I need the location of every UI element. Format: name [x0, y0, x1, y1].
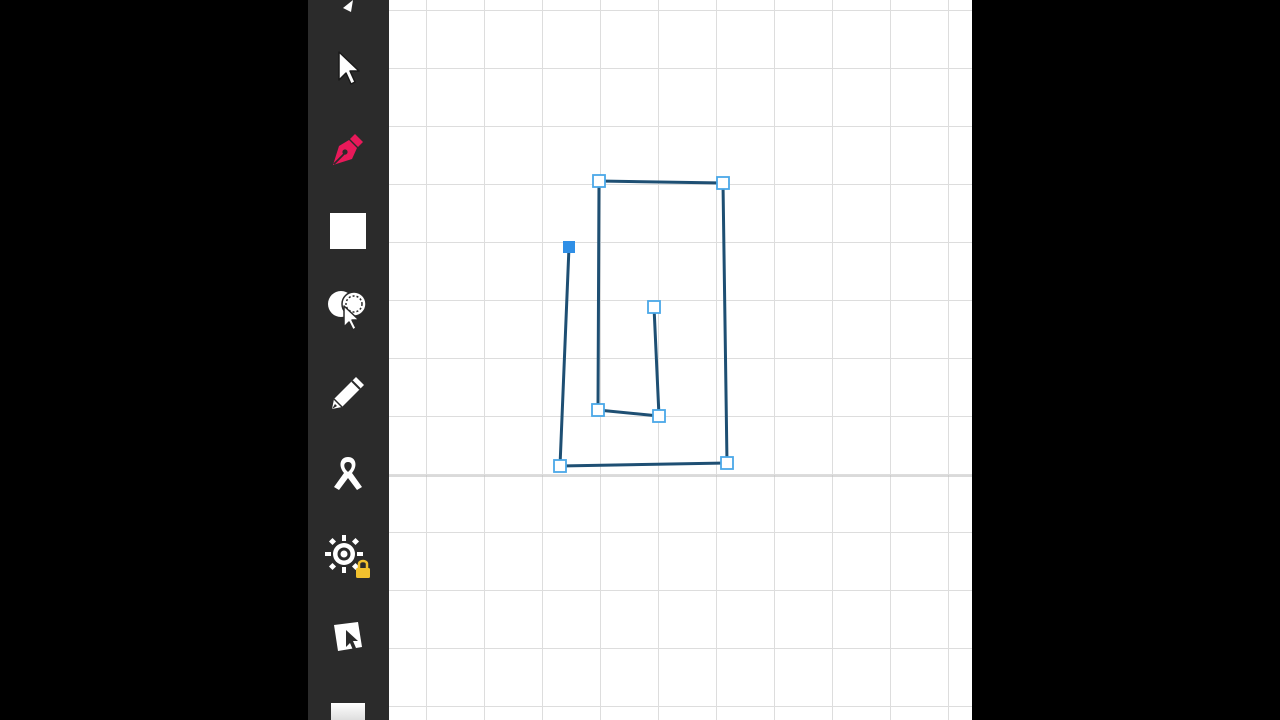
ribbon-icon: [334, 457, 362, 490]
pencil-icon: [332, 377, 364, 409]
pencil-tool-button[interactable]: [323, 368, 373, 418]
path-anchor[interactable]: [647, 300, 661, 314]
style-picker-tool-button[interactable]: [323, 285, 373, 335]
path-anchor[interactable]: [591, 403, 605, 417]
drawn-path[interactable]: [558, 179, 729, 468]
image-tool-button[interactable]: [323, 612, 373, 662]
toolbar: [308, 0, 389, 720]
gear-lock-icon: [325, 535, 370, 578]
drawing-canvas[interactable]: [389, 0, 972, 720]
path-anchor[interactable]: [652, 409, 666, 423]
shape-fill-tool-button[interactable]: [323, 206, 373, 256]
color-swatch-tool-button[interactable]: [323, 686, 373, 720]
cursor-arrow-icon: [338, 51, 360, 85]
path-anchor[interactable]: [716, 176, 730, 190]
partial-top-icon[interactable]: [323, 0, 373, 30]
pen-nib-icon: [333, 134, 363, 165]
path-anchor-selected[interactable]: [563, 241, 575, 253]
path-anchor[interactable]: [720, 456, 734, 470]
path-anchor[interactable]: [592, 174, 606, 188]
drawing-app: [308, 0, 972, 720]
lock-icon: [356, 559, 370, 578]
settings-tool-button[interactable]: [323, 530, 373, 580]
select-tool-button[interactable]: [323, 43, 373, 93]
ribbon-tool-button[interactable]: [323, 448, 373, 498]
gray-swatch-icon: [331, 703, 365, 720]
pen-tool-button[interactable]: [323, 124, 373, 174]
image-cursor-icon: [334, 622, 362, 651]
color-picker-icon: [328, 291, 367, 331]
screen: [0, 0, 1280, 720]
white-square-icon: [330, 213, 366, 249]
path-anchor[interactable]: [553, 459, 567, 473]
vector-path-layer: [389, 174, 972, 477]
